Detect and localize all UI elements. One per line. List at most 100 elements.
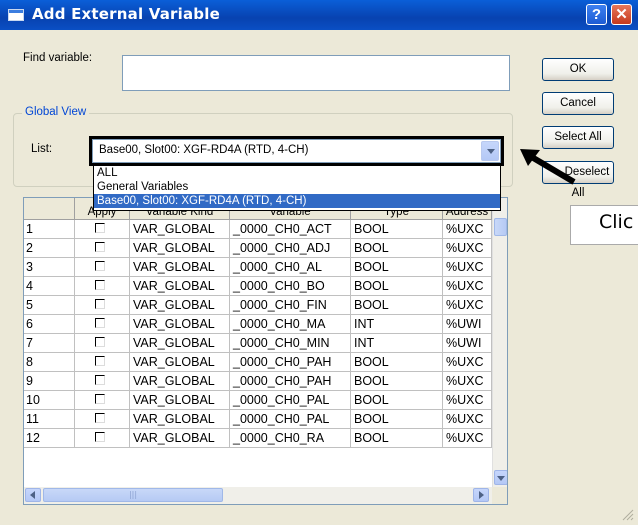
apply-checkbox — [75, 334, 130, 353]
checkbox-icon[interactable] — [95, 394, 105, 404]
table-row[interactable]: 2 VAR_GLOBAL _0000_CH0_ADJ BOOL %UXC — [24, 239, 492, 258]
address-cell: %UXC — [443, 353, 492, 372]
variable-kind-cell: VAR_GLOBAL — [130, 410, 230, 429]
type-cell: BOOL — [351, 220, 443, 239]
type-cell: BOOL — [351, 239, 443, 258]
table-row[interactable]: 12 VAR_GLOBAL _0000_CH0_RA BOOL %UXC — [24, 429, 492, 448]
table-row[interactable]: 11 VAR_GLOBAL _0000_CH0_PAL BOOL %UXC — [24, 410, 492, 429]
checkbox-icon[interactable] — [95, 280, 105, 290]
chevron-down-icon[interactable] — [481, 141, 499, 161]
type-cell: INT — [351, 315, 443, 334]
row-number: 12 — [24, 429, 75, 448]
grid-body: 1 VAR_GLOBAL _0000_CH0_ACT BOOL %UXC 2 VAR_GLO… — [24, 220, 492, 448]
table-row[interactable]: 4 VAR_GLOBAL _0000_CH0_BO BOOL %UXC — [24, 277, 492, 296]
apply-checkbox — [75, 220, 130, 239]
apply-checkbox — [75, 391, 130, 410]
list-dropdown: ALL General Variables Base00, Slot00: XG… — [93, 165, 501, 211]
callout-text: Clic — [599, 211, 634, 233]
apply-checkbox — [75, 429, 130, 448]
scroll-right-icon[interactable] — [473, 488, 489, 502]
address-cell: %UXC — [443, 391, 492, 410]
checkbox-icon[interactable] — [95, 432, 105, 442]
apply-checkbox — [75, 296, 130, 315]
type-cell: BOOL — [351, 277, 443, 296]
checkbox-icon[interactable] — [95, 261, 105, 271]
table-row[interactable]: 8 VAR_GLOBAL _0000_CH0_PAH BOOL %UXC — [24, 353, 492, 372]
table-row[interactable]: 10 VAR_GLOBAL _0000_CH0_PAL BOOL %UXC — [24, 391, 492, 410]
table-row[interactable]: 9 VAR_GLOBAL _0000_CH0_PAH BOOL %UXC — [24, 372, 492, 391]
variable-kind-cell: VAR_GLOBAL — [130, 258, 230, 277]
help-button[interactable]: ? — [586, 4, 607, 25]
variable-name-cell: _0000_CH0_ADJ — [230, 239, 351, 258]
variable-kind-cell: VAR_GLOBAL — [130, 372, 230, 391]
address-cell: %UXC — [443, 277, 492, 296]
variable-name-cell: _0000_CH0_RA — [230, 429, 351, 448]
type-cell: BOOL — [351, 391, 443, 410]
row-number: 1 — [24, 220, 75, 239]
checkbox-icon[interactable] — [95, 223, 105, 233]
variable-name-cell: _0000_CH0_PAH — [230, 372, 351, 391]
row-number: 10 — [24, 391, 75, 410]
find-variable-input[interactable] — [122, 55, 510, 91]
resize-grip-icon[interactable] — [620, 507, 634, 521]
variable-kind-cell: VAR_GLOBAL — [130, 277, 230, 296]
checkbox-icon[interactable] — [95, 356, 105, 366]
type-cell: BOOL — [351, 372, 443, 391]
variable-name-cell: _0000_CH0_PAH — [230, 353, 351, 372]
type-cell: BOOL — [351, 296, 443, 315]
close-button[interactable]: ✕ — [611, 4, 632, 25]
window-title: Add External Variable — [32, 5, 220, 23]
checkbox-icon[interactable] — [95, 337, 105, 347]
variable-kind-cell: VAR_GLOBAL — [130, 220, 230, 239]
apply-checkbox — [75, 353, 130, 372]
checkbox-icon[interactable] — [95, 242, 105, 252]
scroll-left-icon[interactable] — [25, 488, 41, 502]
table-row[interactable]: 1 VAR_GLOBAL _0000_CH0_ACT BOOL %UXC — [24, 220, 492, 239]
title-bar[interactable]: Add External Variable ? ✕ — [0, 0, 638, 30]
checkbox-icon[interactable] — [95, 413, 105, 423]
ok-button[interactable]: OK — [542, 58, 614, 81]
row-number: 11 — [24, 410, 75, 429]
variable-name-cell: _0000_CH0_AL — [230, 258, 351, 277]
table-row[interactable]: 3 VAR_GLOBAL _0000_CH0_AL BOOL %UXC — [24, 258, 492, 277]
list-combobox[interactable]: Base00, Slot00: XGF-RD4A (RTD, 4-CH) — [89, 136, 504, 166]
dropdown-option-selected[interactable]: Base00, Slot00: XGF-RD4A (RTD, 4-CH) — [94, 194, 500, 208]
variable-name-cell: _0000_CH0_PAL — [230, 391, 351, 410]
address-cell: %UXC — [443, 296, 492, 315]
address-cell: %UXC — [443, 429, 492, 448]
horizontal-scroll-thumb[interactable]: ||| — [43, 488, 223, 502]
horizontal-scrollbar[interactable]: ||| — [24, 487, 492, 504]
checkbox-icon[interactable] — [95, 299, 105, 309]
variable-name-cell: _0000_CH0_FIN — [230, 296, 351, 315]
variable-name-cell: _0000_CH0_MA — [230, 315, 351, 334]
variable-grid: Apply Variable Kind Variable Type Addres… — [23, 197, 508, 505]
row-number: 3 — [24, 258, 75, 277]
table-row[interactable]: 5 VAR_GLOBAL _0000_CH0_FIN BOOL %UXC — [24, 296, 492, 315]
vertical-scroll-thumb[interactable] — [494, 218, 507, 236]
header-cell-num[interactable] — [24, 198, 75, 220]
variable-kind-cell: VAR_GLOBAL — [130, 315, 230, 334]
callout-box: Clic — [570, 205, 638, 245]
vertical-scrollbar[interactable] — [492, 198, 507, 487]
type-cell: INT — [351, 334, 443, 353]
table-row[interactable]: 6 VAR_GLOBAL _0000_CH0_MA INT %UWI — [24, 315, 492, 334]
variable-name-cell: _0000_CH0_PAL — [230, 410, 351, 429]
variable-name-cell: _0000_CH0_BO — [230, 277, 351, 296]
scroll-down-icon[interactable] — [494, 470, 507, 485]
address-cell: %UXC — [443, 239, 492, 258]
dropdown-option[interactable]: ALL — [94, 166, 500, 180]
type-cell: BOOL — [351, 410, 443, 429]
window-icon — [8, 9, 24, 21]
row-number: 4 — [24, 277, 75, 296]
address-cell: %UWI — [443, 315, 492, 334]
scrollbar-corner — [492, 487, 507, 504]
apply-checkbox — [75, 315, 130, 334]
table-row[interactable]: 7 VAR_GLOBAL _0000_CH0_MIN INT %UWI — [24, 334, 492, 353]
type-cell: BOOL — [351, 353, 443, 372]
variable-kind-cell: VAR_GLOBAL — [130, 334, 230, 353]
global-view-legend: Global View — [22, 106, 90, 118]
dropdown-option[interactable]: General Variables — [94, 180, 500, 194]
cancel-button[interactable]: Cancel — [542, 92, 614, 115]
checkbox-icon[interactable] — [95, 375, 105, 385]
checkbox-icon[interactable] — [95, 318, 105, 328]
